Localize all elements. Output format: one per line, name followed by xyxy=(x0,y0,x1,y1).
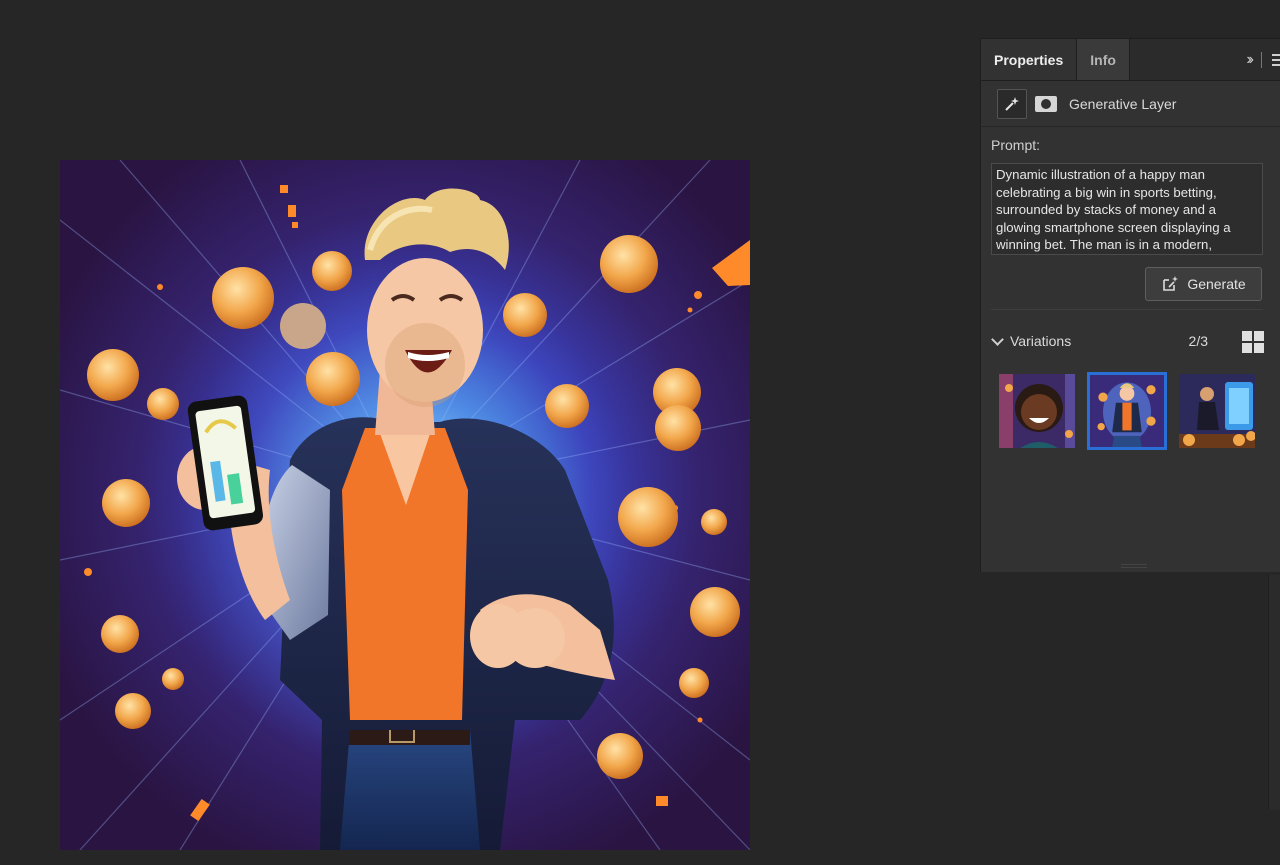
panel-tab-bar: Properties Info ›› xyxy=(981,39,1280,81)
hamburger-menu-icon[interactable] xyxy=(1272,54,1280,66)
sparkle-icon xyxy=(1005,96,1019,111)
generated-artwork xyxy=(60,160,750,850)
chevron-down-icon[interactable] xyxy=(991,332,1004,346)
panel-resize-grip[interactable] xyxy=(1121,564,1147,568)
right-dock-edge xyxy=(1268,575,1280,810)
variation-image-3 xyxy=(1179,374,1255,448)
variations-title: Variations xyxy=(1010,333,1072,349)
variation-thumbnail-3[interactable] xyxy=(1177,372,1257,450)
variation-thumbnail-1[interactable] xyxy=(997,372,1077,450)
variation-thumbnail-2[interactable] xyxy=(1087,372,1167,450)
tab-properties[interactable]: Properties xyxy=(981,39,1078,80)
variations-header: Variations 2/3 xyxy=(981,310,1280,372)
document-canvas[interactable] xyxy=(60,160,750,850)
variations-count: 2/3 xyxy=(1188,333,1208,349)
layer-type-row: Generative Layer xyxy=(981,81,1280,127)
layer-type-label: Generative Layer xyxy=(1069,95,1177,112)
generate-icon xyxy=(1163,276,1179,291)
variation-thumbnails xyxy=(981,372,1280,450)
tool-separator xyxy=(1261,52,1262,68)
photoshop-workspace: Properties Info ›› Generative Layer Prom… xyxy=(0,0,1280,865)
hair xyxy=(364,188,509,270)
variation-image-1 xyxy=(999,374,1075,448)
generate-button[interactable]: Generate xyxy=(1145,267,1262,301)
panel-tools: ›› xyxy=(1246,39,1280,81)
variation-image-2 xyxy=(1090,375,1164,447)
prompt-section: Prompt: Dynamic illustration of a happy … xyxy=(981,127,1280,255)
mask-icon[interactable] xyxy=(1035,95,1057,112)
double-chevron-right-icon[interactable]: ›› xyxy=(1246,51,1253,69)
properties-panel: Properties Info ›› Generative Layer Prom… xyxy=(980,38,1280,572)
generate-row: Generate xyxy=(981,255,1280,301)
generate-button-label: Generate xyxy=(1187,276,1246,292)
prompt-textarea[interactable]: Dynamic illustration of a happy man cele… xyxy=(991,163,1263,255)
prompt-label: Prompt: xyxy=(991,137,1041,153)
grid-view-icon[interactable] xyxy=(1242,331,1264,353)
generative-layer-toggle[interactable] xyxy=(997,88,1027,119)
tab-info[interactable]: Info xyxy=(1077,39,1130,80)
